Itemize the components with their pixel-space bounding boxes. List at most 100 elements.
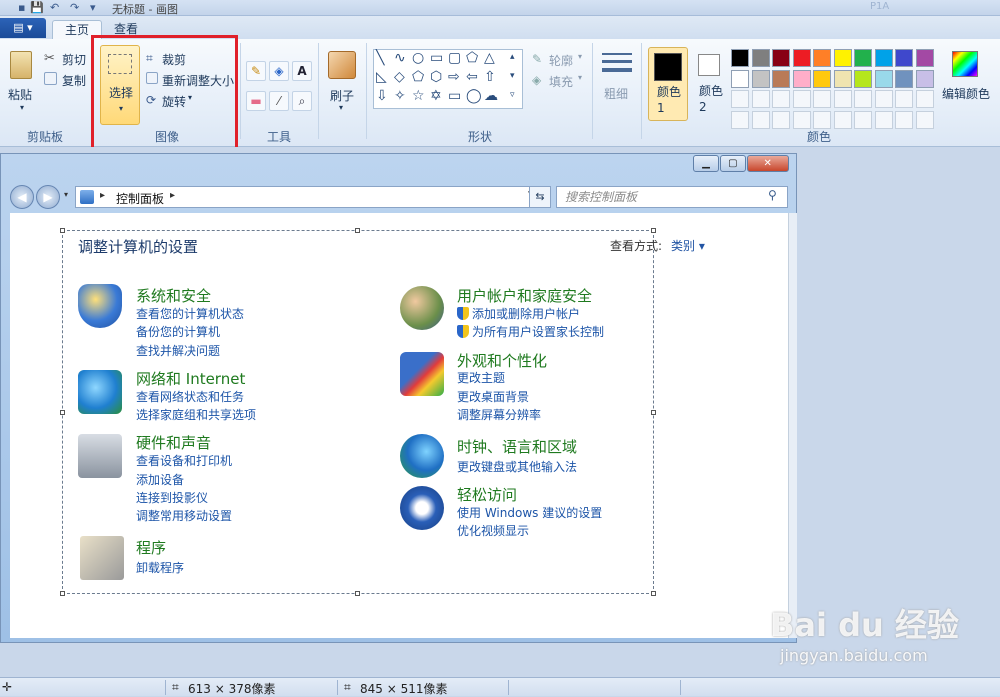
palette-color-swatch[interactable] bbox=[915, 110, 934, 129]
palette-color-swatch[interactable] bbox=[854, 110, 872, 129]
paste-button[interactable]: 粘贴 bbox=[8, 86, 32, 103]
color-1-button[interactable]: 颜色 1 bbox=[648, 47, 688, 121]
link-check-computer-status[interactable]: 查看您的计算机状态 bbox=[136, 305, 244, 322]
palette-color-swatch[interactable] bbox=[895, 49, 913, 67]
color-picker-icon[interactable]: ⁄ bbox=[269, 91, 289, 111]
line-shape-icon[interactable]: ╲ bbox=[376, 50, 384, 66]
magnifier-icon[interactable]: ⌕ bbox=[292, 91, 312, 111]
text-tool-icon[interactable]: A bbox=[292, 61, 312, 81]
edit-colors-icon[interactable] bbox=[952, 51, 978, 77]
undo-icon[interactable]: ↶ bbox=[50, 1, 59, 14]
palette-color-swatch[interactable] bbox=[772, 49, 790, 67]
cut-button[interactable]: 剪切 bbox=[62, 51, 86, 68]
fill-bucket-icon[interactable]: ◈ bbox=[269, 61, 289, 81]
breadcrumb-chevron-icon[interactable]: ▸ bbox=[100, 190, 105, 201]
fill-dropdown-icon[interactable]: ▾ bbox=[578, 73, 582, 82]
callout-cloud-shape-icon[interactable]: ☁ bbox=[484, 88, 498, 104]
selection-handle[interactable] bbox=[355, 228, 360, 233]
link-screen-resolution[interactable]: 调整屏幕分辨率 bbox=[457, 406, 541, 423]
diamond-shape-icon[interactable]: ◇ bbox=[394, 69, 405, 85]
palette-color-swatch[interactable] bbox=[895, 110, 913, 129]
selection-handle[interactable] bbox=[651, 410, 656, 415]
link-add-device[interactable]: 添加设备 bbox=[136, 471, 184, 488]
brushes-dropdown-icon[interactable]: ▾ bbox=[339, 103, 343, 112]
pentagon-shape-icon[interactable]: ⬠ bbox=[412, 69, 424, 85]
selection-handle[interactable] bbox=[651, 591, 656, 596]
category-system-security[interactable]: 系统和安全 bbox=[136, 285, 211, 306]
palette-color-swatch[interactable] bbox=[772, 110, 790, 129]
palette-color-swatch[interactable] bbox=[874, 90, 893, 108]
category-ease-of-access[interactable]: 轻松访问 bbox=[457, 484, 517, 505]
palette-color-swatch[interactable] bbox=[854, 49, 872, 67]
link-optimize-display[interactable]: 优化视频显示 bbox=[457, 522, 529, 539]
redo-icon[interactable]: ↷ bbox=[70, 1, 79, 14]
palette-color-swatch[interactable] bbox=[792, 69, 811, 88]
save-icon[interactable]: 💾 bbox=[30, 1, 44, 14]
link-change-keyboard[interactable]: 更改键盘或其他输入法 bbox=[457, 458, 577, 475]
palette-color-swatch[interactable] bbox=[731, 90, 749, 108]
selection-handle[interactable] bbox=[355, 591, 360, 596]
search-icon[interactable]: ⚲ bbox=[768, 188, 777, 202]
history-dropdown-icon[interactable]: ▾ bbox=[64, 190, 68, 199]
callout-rectangle-shape-icon[interactable]: ▭ bbox=[448, 88, 461, 104]
palette-color-swatch[interactable] bbox=[751, 49, 770, 67]
link-mobility-settings[interactable]: 调整常用移动设置 bbox=[136, 507, 232, 524]
rectangle-shape-icon[interactable]: ▭ bbox=[430, 50, 443, 66]
palette-color-swatch[interactable] bbox=[833, 90, 852, 108]
eraser-icon[interactable]: ▬ bbox=[246, 91, 266, 111]
paste-icon[interactable] bbox=[10, 51, 32, 79]
link-devices-printers[interactable]: 查看设备和打印机 bbox=[136, 452, 232, 469]
paste-dropdown-icon[interactable]: ▾ bbox=[20, 103, 24, 112]
rounded-rectangle-shape-icon[interactable]: ▢ bbox=[448, 50, 461, 66]
search-input[interactable]: 搜索控制面板 bbox=[556, 186, 788, 208]
maximize-icon[interactable]: ▢ bbox=[719, 155, 746, 172]
oval-shape-icon[interactable]: ○ bbox=[412, 50, 424, 66]
category-programs[interactable]: 程序 bbox=[136, 537, 166, 558]
shapes-gallery[interactable]: ╲ ∿ ○ ▭ ▢ ⬠ △ ◺ ◇ ⬠ ⬡ ⇨ ⇦ ⇧ ⇩ ✧ ☆ ✡ ▭ ◯ … bbox=[373, 49, 523, 109]
category-appearance[interactable]: 外观和个性化 bbox=[457, 350, 547, 371]
up-arrow-shape-icon[interactable]: ⇧ bbox=[484, 69, 496, 85]
brush-icon[interactable] bbox=[328, 51, 356, 79]
paint-app-icon[interactable]: ▪ bbox=[18, 1, 25, 14]
minimize-icon[interactable]: ▁ bbox=[693, 155, 719, 172]
shapes-scroll-down-icon[interactable]: ▾ bbox=[510, 71, 515, 81]
link-connect-projector[interactable]: 连接到投影仪 bbox=[136, 489, 208, 506]
palette-color-swatch[interactable] bbox=[874, 49, 893, 67]
category-network-internet[interactable]: 网络和 Internet bbox=[136, 368, 245, 389]
palette-color-swatch[interactable] bbox=[731, 49, 749, 67]
outline-dropdown-icon[interactable]: ▾ bbox=[578, 52, 582, 61]
link-uninstall-program[interactable]: 卸载程序 bbox=[136, 559, 184, 576]
callout-oval-shape-icon[interactable]: ◯ bbox=[466, 88, 482, 104]
palette-color-swatch[interactable] bbox=[854, 69, 872, 88]
palette-color-swatch[interactable] bbox=[915, 49, 934, 67]
category-user-accounts[interactable]: 用户帐户和家庭安全 bbox=[457, 285, 592, 306]
left-arrow-shape-icon[interactable]: ⇦ bbox=[466, 69, 478, 85]
down-arrow-shape-icon[interactable]: ⇩ bbox=[376, 88, 388, 104]
palette-color-swatch[interactable] bbox=[792, 110, 811, 129]
palette-color-swatch[interactable] bbox=[731, 69, 749, 88]
four-point-star-shape-icon[interactable]: ✧ bbox=[394, 88, 406, 104]
selection-handle[interactable] bbox=[60, 228, 65, 233]
category-hardware-sound[interactable]: 硬件和声音 bbox=[136, 432, 211, 453]
palette-color-swatch[interactable] bbox=[792, 49, 811, 67]
five-point-star-shape-icon[interactable]: ☆ bbox=[412, 88, 425, 104]
link-change-background[interactable]: 更改桌面背景 bbox=[457, 388, 529, 405]
link-backup-computer[interactable]: 备份您的计算机 bbox=[136, 323, 220, 340]
pencil-icon[interactable]: ✎ bbox=[246, 61, 266, 81]
shapes-expand-icon[interactable]: ▿ bbox=[510, 90, 515, 100]
palette-color-swatch[interactable] bbox=[915, 90, 934, 108]
color-2-button[interactable]: 颜色 2 bbox=[693, 47, 727, 121]
breadcrumb-chevron-icon[interactable]: ▸ bbox=[170, 190, 175, 201]
refresh-icon[interactable]: ⇆ bbox=[529, 186, 551, 208]
triangle-shape-icon[interactable]: △ bbox=[484, 50, 495, 66]
palette-color-swatch[interactable] bbox=[813, 49, 831, 67]
back-arrow-icon[interactable]: ◀ bbox=[10, 185, 34, 209]
size-button[interactable]: 粗细 bbox=[604, 86, 630, 102]
right-arrow-shape-icon[interactable]: ⇨ bbox=[448, 69, 460, 85]
hexagon-shape-icon[interactable]: ⬡ bbox=[430, 69, 442, 85]
shapes-scroll-up-icon[interactable]: ▴ bbox=[510, 52, 515, 62]
link-view-network-status[interactable]: 查看网络状态和任务 bbox=[136, 388, 244, 405]
selection-handle[interactable] bbox=[60, 410, 65, 415]
palette-color-swatch[interactable] bbox=[751, 90, 770, 108]
right-triangle-shape-icon[interactable]: ◺ bbox=[376, 69, 387, 85]
